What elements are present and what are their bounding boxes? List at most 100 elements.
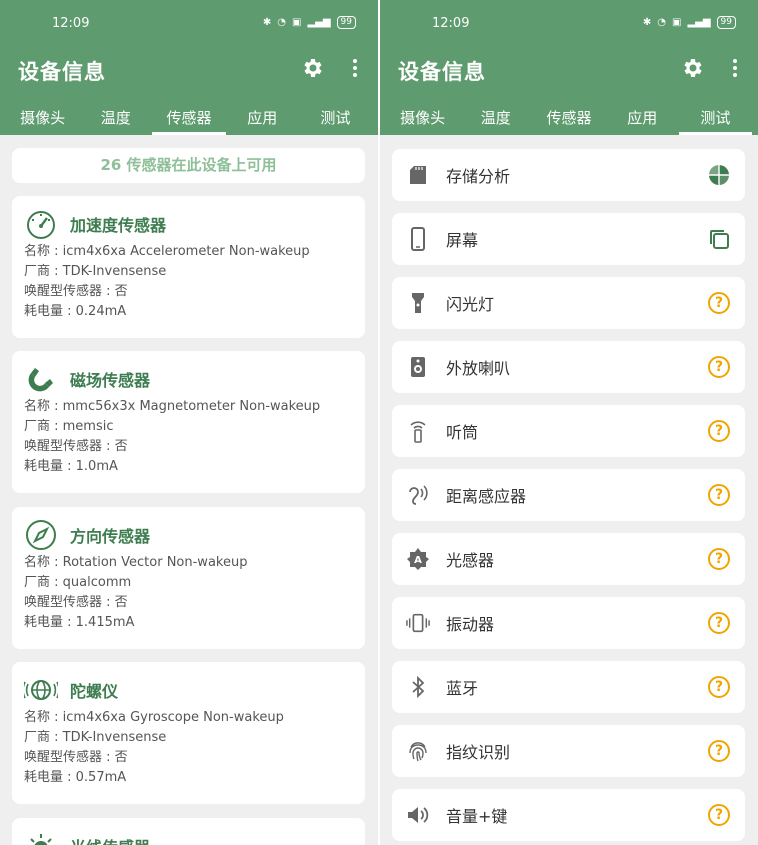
test-item-light-sensor[interactable]: A 光感器 ? [392, 533, 745, 585]
battery-icon: 99 [336, 16, 356, 29]
help-icon[interactable]: ? [707, 611, 731, 635]
speedometer-icon [24, 207, 58, 241]
sensor-card[interactable]: 加速度传感器 名称 : icm4x6xa Accelerometer Non-w… [12, 196, 365, 338]
app-bar: 12:09 ✱ ◔ ▣ ▂▄▆ 99 设备信息 摄像头 温度 传感器 应用 测试 [380, 0, 758, 135]
tab-apps[interactable]: 应用 [606, 104, 679, 135]
test-item-volume-up[interactable]: 音量+键 ? [392, 789, 745, 841]
help-icon[interactable]: ? [707, 419, 731, 443]
sensor-title: 方向传感器 [70, 527, 151, 546]
left-screen: 12:09 ✱ ◔ ▣ ▂▄▆ 99 设备信息 摄像头 温度 传感器 应用 测试… [0, 0, 378, 845]
status-time: 12:09 [52, 16, 90, 31]
sensor-wakeup: 唤醒型传感器 : 否 [24, 439, 128, 454]
bluetooth-icon [406, 675, 430, 699]
test-item-vibrator[interactable]: 振动器 ? [392, 597, 745, 649]
ear-icon [406, 483, 430, 507]
test-item-fingerprint[interactable]: 指纹识别 ? [392, 725, 745, 777]
sensor-vendor: 厂商 : TDK-Invensense [24, 264, 167, 279]
brightness-icon: A [406, 547, 430, 571]
help-icon[interactable]: ? [707, 291, 731, 315]
help-mark: ? [708, 740, 730, 762]
phone-icon [406, 227, 430, 251]
sensor-vendor: 厂商 : memsic [24, 419, 114, 434]
app-bar: 12:09 ✱ ◔ ▣ ▂▄▆ 99 设备信息 摄像头 温度 传感器 应用 测试 [0, 0, 378, 135]
hd-icon: ▣ [292, 17, 302, 28]
test-label: 外放喇叭 [446, 359, 511, 378]
test-label: 振动器 [446, 615, 495, 634]
sensor-card[interactable]: 方向传感器 名称 : Rotation Vector Non-wakeup 厂商… [12, 507, 365, 649]
page-title: 设备信息 [18, 60, 106, 84]
gear-icon[interactable] [300, 56, 324, 80]
tab-bar: 摄像头 温度 传感器 应用 测试 [380, 104, 758, 135]
wifi-icon: ◔ [277, 17, 287, 28]
sensor-title: 磁场传感器 [70, 371, 151, 390]
help-icon[interactable]: ? [707, 355, 731, 379]
test-label: 屏幕 [446, 231, 479, 250]
gyroscope-icon [24, 673, 58, 707]
gear-icon[interactable] [680, 56, 704, 80]
test-item-proximity[interactable]: 距离感应器 ? [392, 469, 745, 521]
sensor-power: 耗电量 : 1.415mA [24, 615, 135, 630]
tab-test[interactable]: 测试 [678, 104, 753, 135]
tab-temperature[interactable]: 温度 [459, 104, 532, 135]
wifi-icon: ◔ [657, 17, 667, 28]
pie-chart-icon[interactable] [707, 163, 731, 187]
tab-camera[interactable]: 摄像头 [6, 104, 79, 135]
volume-icon [406, 803, 430, 827]
help-icon[interactable]: ? [707, 547, 731, 571]
test-item-earpiece[interactable]: 听筒 ? [392, 405, 745, 457]
status-bar: 12:09 ✱ ◔ ▣ ▂▄▆ 99 [0, 14, 378, 34]
test-item-flashlight[interactable]: 闪光灯 ? [392, 277, 745, 329]
svg-text:A: A [414, 555, 422, 566]
bluetooth-status-icon: ✱ [262, 17, 272, 28]
tab-sensors[interactable]: 传感器 [532, 104, 605, 135]
test-item-screen[interactable]: 屏幕 [392, 213, 745, 265]
status-bar: 12:09 ✱ ◔ ▣ ▂▄▆ 99 [380, 14, 758, 34]
hd-icon: ▣ [672, 17, 682, 28]
test-item-storage[interactable]: 存储分析 [392, 149, 745, 201]
test-item-bluetooth[interactable]: 蓝牙 ? [392, 661, 745, 713]
sensor-card[interactable]: 陀螺仪 名称 : icm4x6xa Gyroscope Non-wakeup 厂… [12, 662, 365, 804]
signal-icon: ▂▄▆ [307, 17, 331, 28]
help-icon[interactable]: ? [707, 675, 731, 699]
status-icons: ✱ ◔ ▣ ▂▄▆ 99 [263, 16, 356, 29]
tab-sensors[interactable]: 传感器 [152, 104, 226, 135]
sensor-power: 耗电量 : 0.57mA [24, 770, 127, 785]
compass-icon [24, 518, 58, 552]
help-mark: ? [708, 804, 730, 826]
tab-temperature[interactable]: 温度 [79, 104, 152, 135]
tab-apps[interactable]: 应用 [226, 104, 299, 135]
help-icon[interactable]: ? [707, 739, 731, 763]
speaker-icon [406, 355, 430, 379]
sensor-title: 光线传感器 [70, 834, 150, 845]
help-icon[interactable]: ? [707, 483, 731, 507]
flashlight-icon [406, 291, 430, 315]
help-mark: ? [708, 612, 730, 634]
battery-icon: 99 [716, 16, 736, 29]
more-vert-icon[interactable] [352, 58, 358, 78]
sensor-wakeup: 唤醒型传感器 : 否 [24, 750, 128, 765]
signal-icon: ▂▄▆ [687, 17, 711, 28]
test-label: 听筒 [446, 423, 479, 442]
help-mark: ? [708, 420, 730, 442]
sensor-card[interactable]: 光线传感器 [12, 818, 365, 845]
sensor-vendor: 厂商 : TDK-Invensense [24, 730, 167, 745]
bluetooth-status-icon: ✱ [642, 17, 652, 28]
sensor-wakeup: 唤醒型传感器 : 否 [24, 595, 128, 610]
test-label: 光感器 [446, 551, 495, 570]
copy-icon[interactable] [707, 227, 731, 251]
sensor-power: 耗电量 : 0.24mA [24, 304, 127, 319]
test-item-speaker[interactable]: 外放喇叭 ? [392, 341, 745, 393]
sd-card-icon [406, 163, 430, 187]
fingerprint-icon [406, 739, 430, 763]
magnet-icon [24, 362, 58, 396]
help-mark: ? [708, 484, 730, 506]
tab-camera[interactable]: 摄像头 [386, 104, 459, 135]
tab-test[interactable]: 测试 [299, 104, 372, 135]
test-label: 距离感应器 [446, 487, 527, 506]
help-mark: ? [708, 548, 730, 570]
sensor-card[interactable]: 磁场传感器 名称 : mmc56x3x Magnetometer Non-wak… [12, 351, 365, 493]
vibrate-icon [406, 611, 430, 635]
help-icon[interactable]: ? [707, 803, 731, 827]
sensor-vendor: 厂商 : qualcomm [24, 575, 132, 590]
more-vert-icon[interactable] [732, 58, 738, 78]
